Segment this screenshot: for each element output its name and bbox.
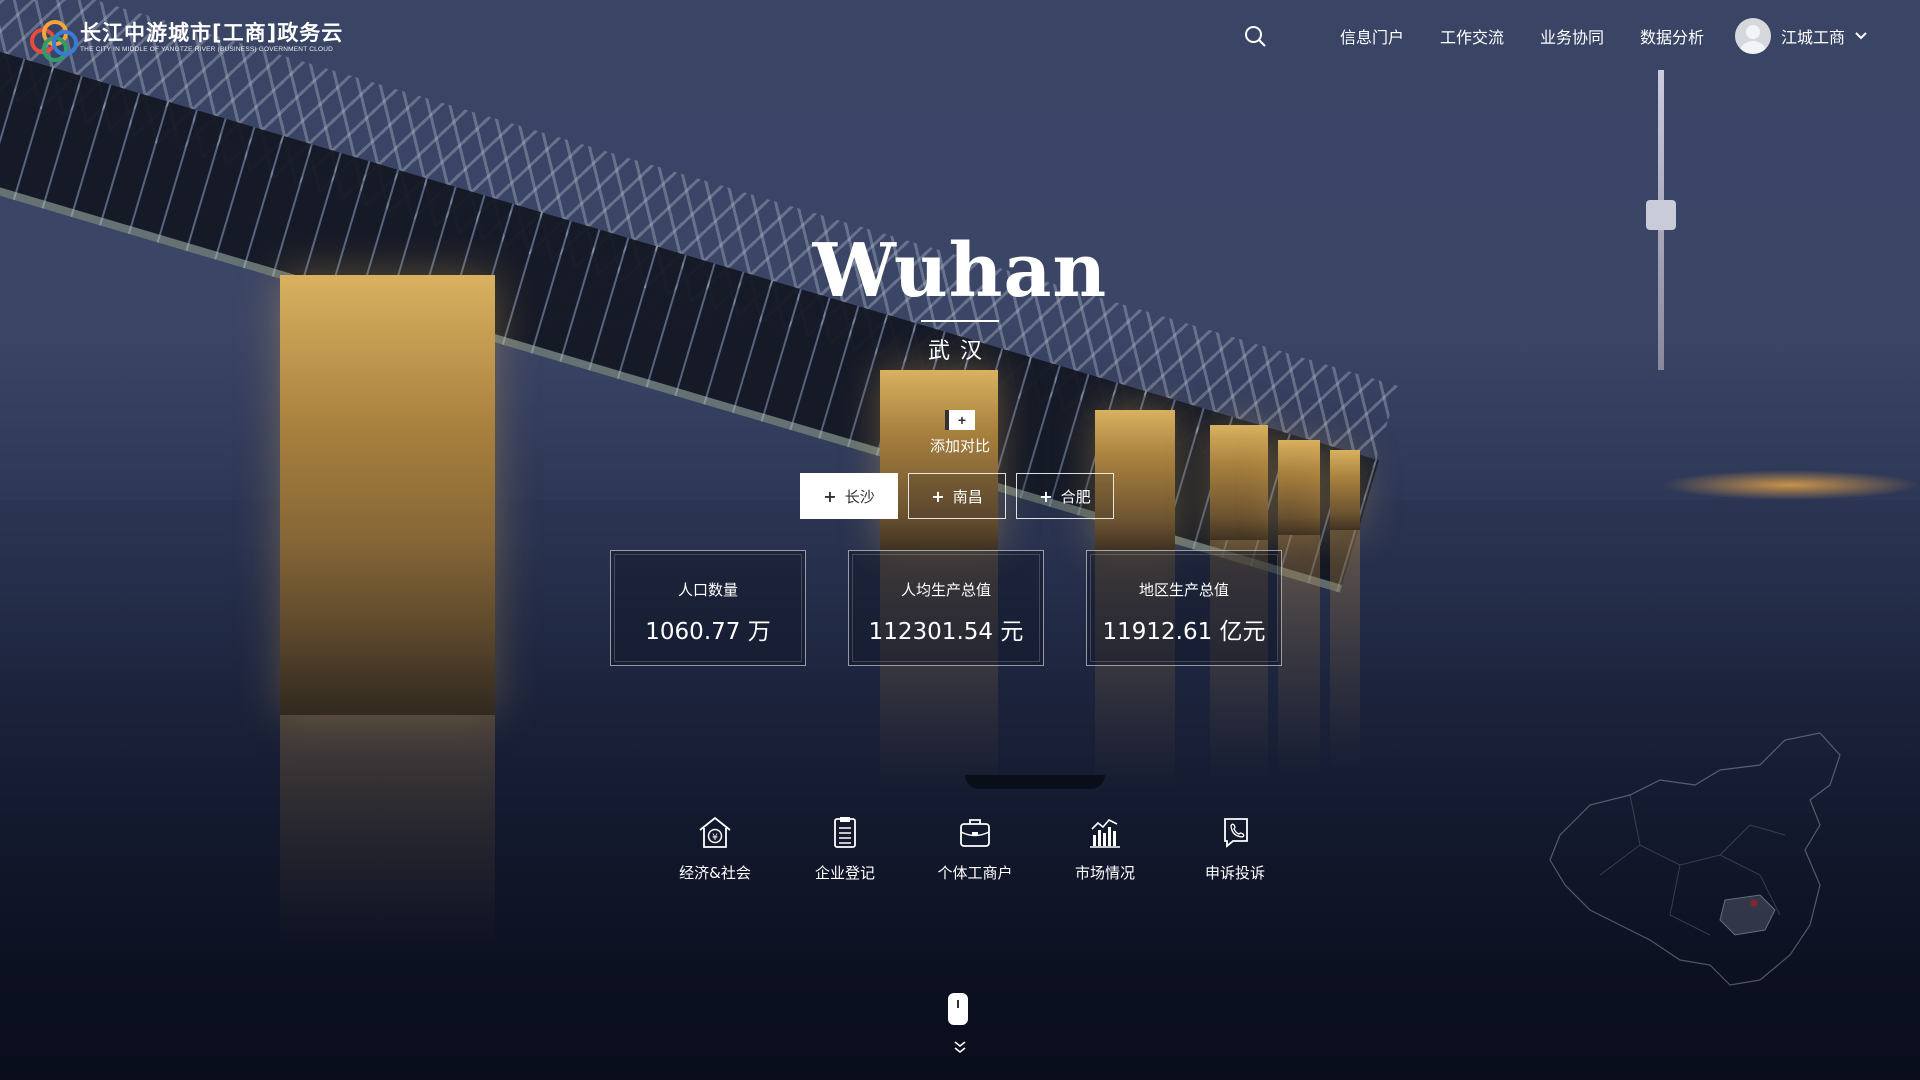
stat-card-gdp: 地区生产总值 11912.61 亿元 [1086, 550, 1282, 666]
double-chevron-down-icon[interactable] [950, 1040, 970, 1056]
compare-chip-changsha[interactable]: + 长沙 [800, 473, 898, 519]
compare-chip-nanchang[interactable]: + 南昌 [908, 473, 1006, 519]
stat-value: 1060.77 万 [645, 619, 771, 645]
mouse-icon [948, 993, 968, 1025]
clipboard-icon [834, 817, 856, 848]
top-nav: 信息门户 工作交流 业务协同 数据分析 [1340, 24, 1704, 48]
chip-label: 南昌 [952, 487, 983, 506]
city-name-cn: 武汉 [927, 339, 992, 364]
nav-business-collab[interactable]: 业务协同 [1540, 24, 1604, 48]
stat-card-population: 人口数量 1060.77 万 [610, 550, 806, 666]
category-market[interactable]: 市场情况 [1040, 815, 1170, 883]
compare-city-chips: + 长沙 + 南昌 + 合肥 [800, 473, 1114, 519]
phone-complaint-icon [1224, 818, 1248, 848]
stats-cards: 人口数量 1060.77 万 人均生产总值 112301.54 元 地区生产总值… [610, 550, 1282, 666]
stat-value: 112301.54 元 [868, 619, 1024, 645]
stat-label: 地区生产总值 [1138, 581, 1229, 599]
chevron-down-icon [1855, 32, 1867, 40]
logo[interactable]: 长江中游城市[工商]政务云 THE CITY IN MIDDLE OF YANG… [28, 18, 344, 62]
category-economy[interactable]: ¥ 经济&社会 [650, 815, 780, 883]
chip-label: 长沙 [844, 487, 875, 506]
category-nav: ¥ 经济&社会 企业登记 个体工商户 市场情况 申诉投诉 [650, 815, 1300, 883]
stat-label: 人口数量 [677, 581, 738, 599]
category-individual-business[interactable]: 个体工商户 [910, 815, 1040, 883]
bar-chart-icon [1090, 819, 1120, 848]
user-menu[interactable]: 江城工商 [1735, 18, 1867, 54]
plus-icon: + [823, 486, 837, 506]
title-divider [921, 320, 999, 322]
nav-work-exchange[interactable]: 工作交流 [1440, 24, 1504, 48]
chip-label: 合肥 [1060, 487, 1091, 506]
svg-text:¥: ¥ [712, 833, 718, 843]
stat-label: 人均生产总值 [900, 581, 991, 599]
category-complaints[interactable]: 申诉投诉 [1170, 815, 1300, 883]
logo-title: 长江中游城市[工商]政务云 [80, 20, 344, 45]
stat-card-gdp-per-capita: 人均生产总值 112301.54 元 [848, 550, 1044, 666]
scroll-down-button[interactable] [948, 993, 972, 1029]
user-name: 江城工商 [1781, 28, 1846, 47]
category-label: 经济&社会 [679, 864, 751, 882]
wuhan-marker [1750, 899, 1758, 907]
add-compare-icon: + [945, 410, 975, 430]
logo-mark-icon [28, 18, 78, 62]
plus-icon: + [931, 486, 945, 506]
compare-chip-hefei[interactable]: + 合肥 [1016, 473, 1114, 519]
category-label: 个体工商户 [937, 864, 1013, 882]
logo-subtitle: THE CITY IN MIDDLE OF YANGTZE RIVER (BUS… [80, 45, 334, 53]
search-icon[interactable] [1244, 25, 1266, 47]
briefcase-icon [960, 819, 990, 847]
add-compare-button[interactable]: + 添加对比 [920, 410, 1000, 456]
header: 长江中游城市[工商]政务云 THE CITY IN MIDDLE OF YANG… [0, 0, 1920, 70]
category-label: 申诉投诉 [1204, 864, 1265, 882]
city-name-en: Wuhan [812, 228, 1108, 314]
category-label: 市场情况 [1074, 864, 1135, 882]
category-enterprise-registration[interactable]: 企业登记 [780, 815, 910, 883]
stat-value: 11912.61 亿元 [1102, 619, 1266, 645]
nav-data-analysis[interactable]: 数据分析 [1640, 24, 1704, 48]
plus-icon: + [1039, 486, 1053, 506]
house-yuan-icon: ¥ [699, 816, 731, 848]
china-map [1549, 732, 1841, 986]
add-compare-label: 添加对比 [929, 437, 990, 455]
nav-info-portal[interactable]: 信息门户 [1340, 24, 1404, 48]
category-label: 企业登记 [814, 864, 875, 882]
avatar [1735, 18, 1771, 54]
